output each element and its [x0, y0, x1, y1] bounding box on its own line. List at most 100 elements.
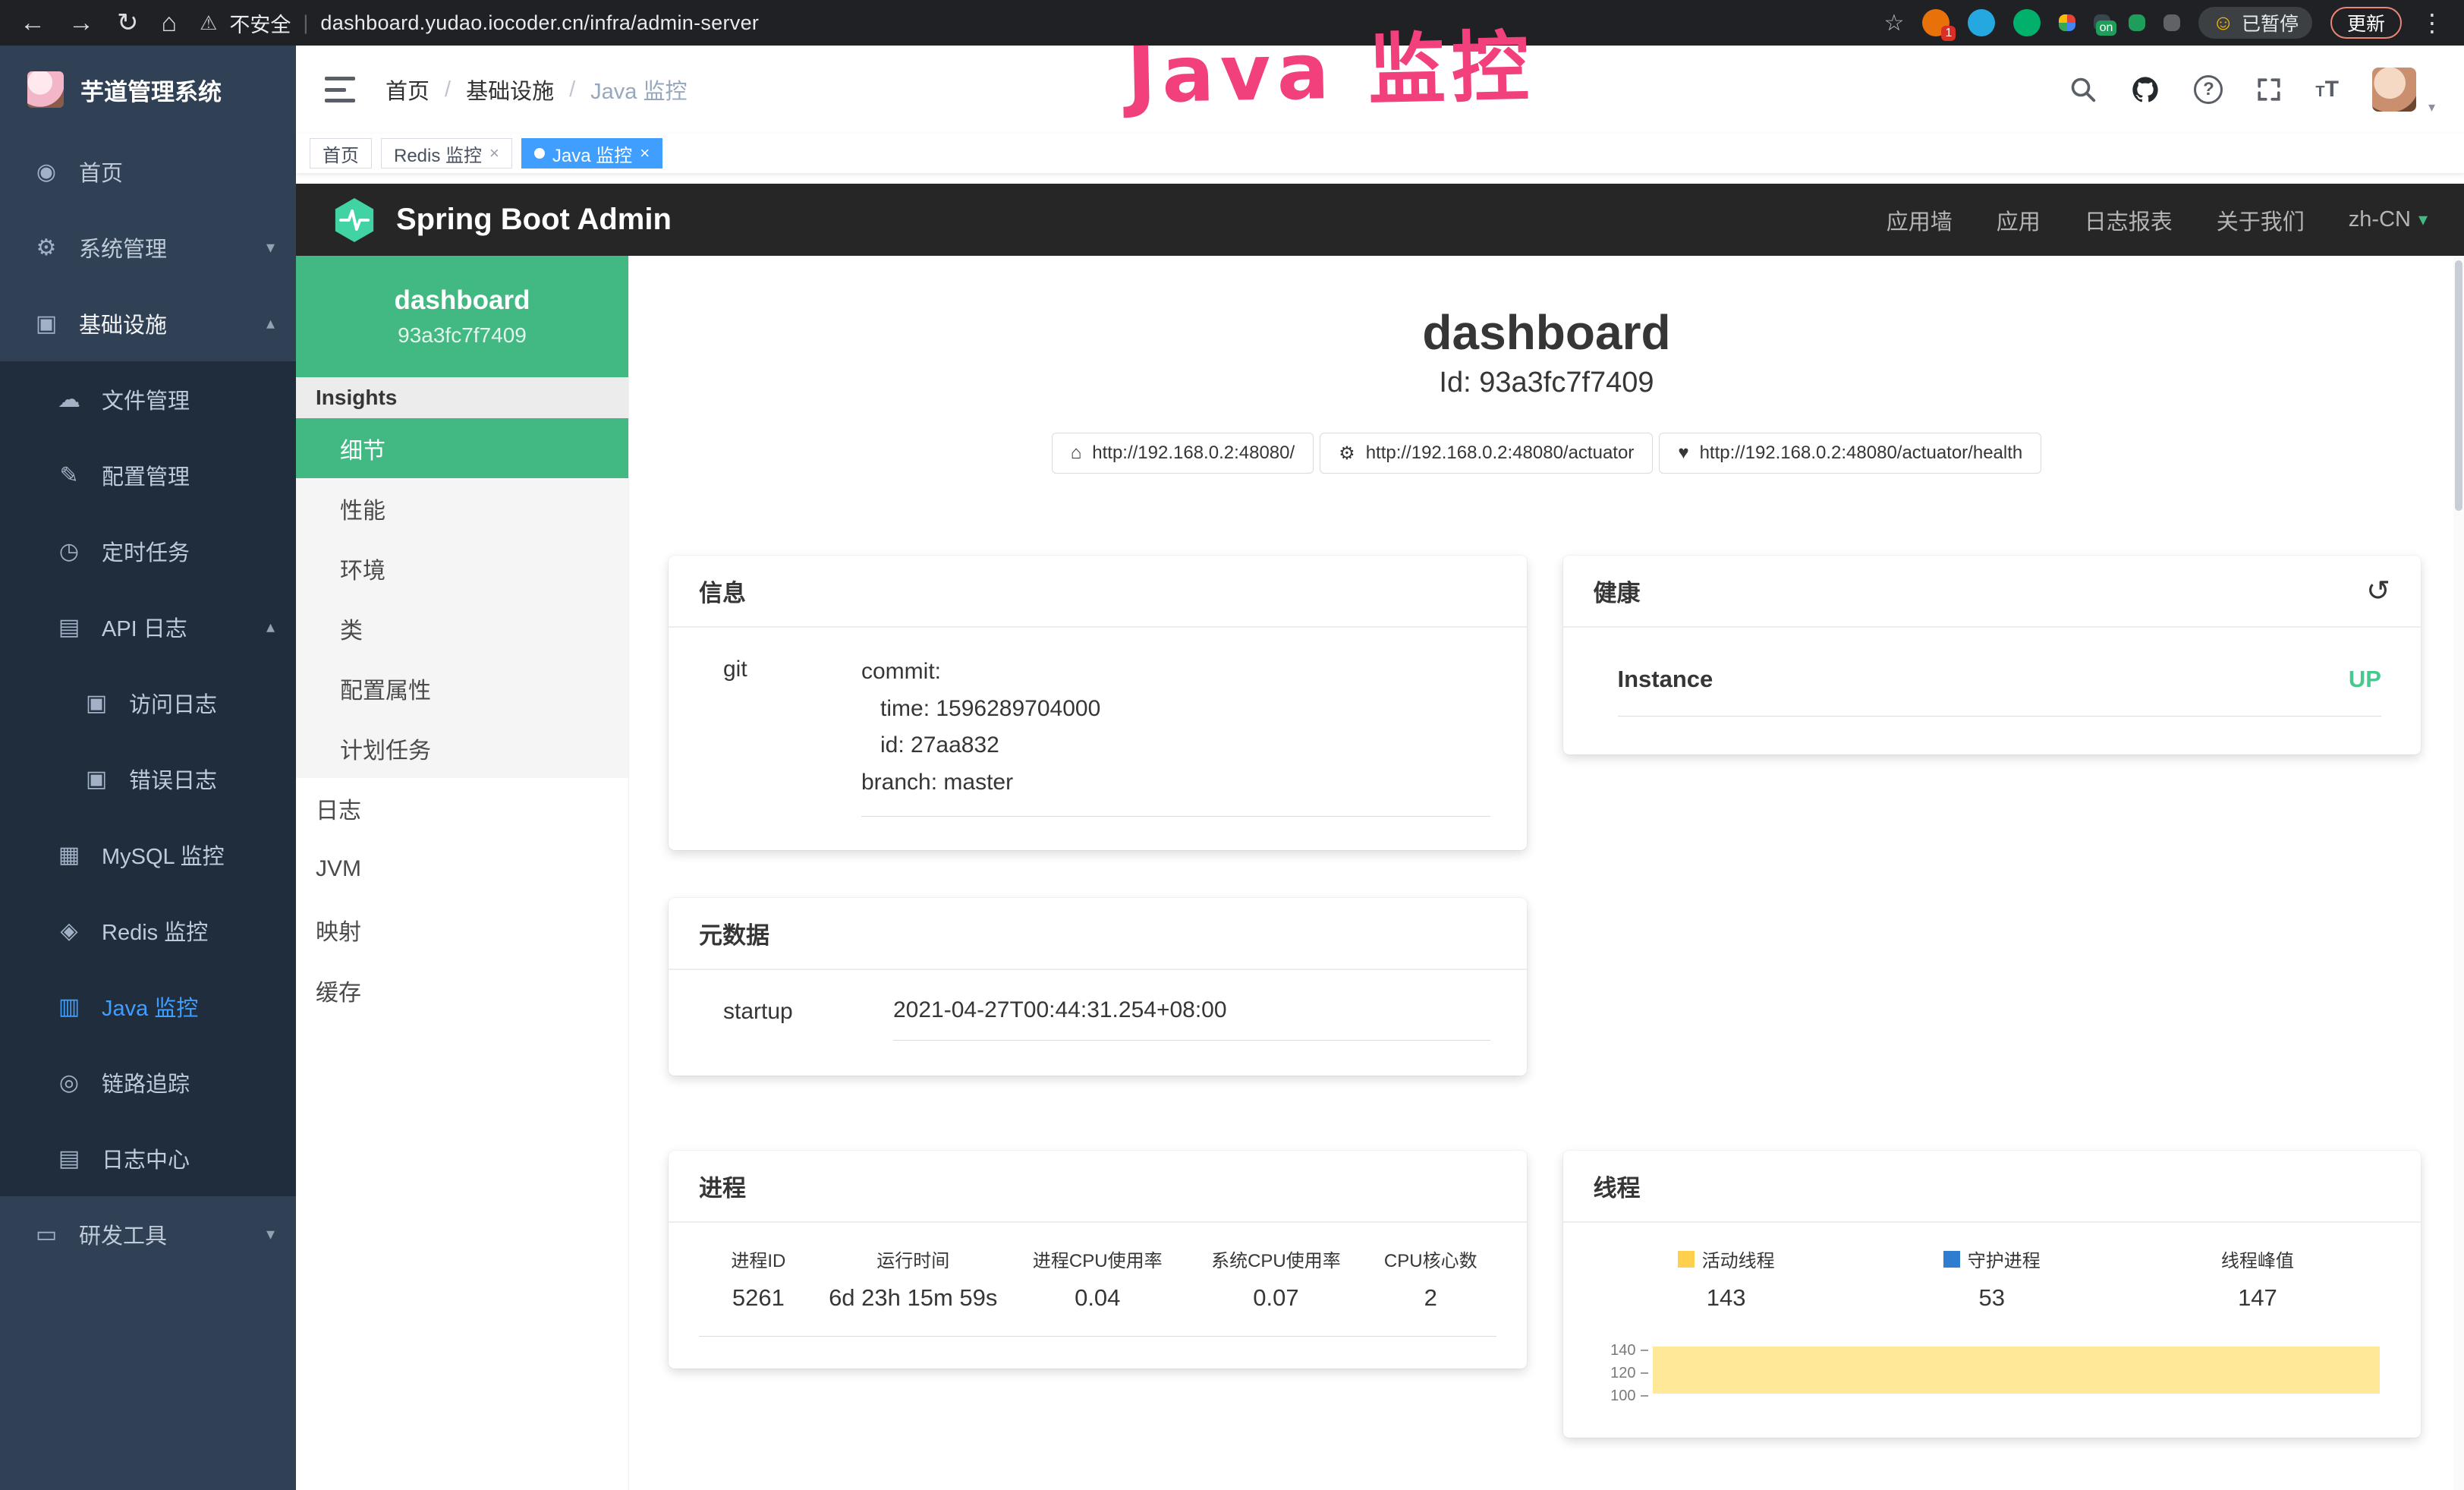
sba-menu-caches[interactable]: 缓存 [296, 960, 628, 1021]
breadcrumb-item[interactable]: 首页 [385, 74, 430, 106]
sidebar-item-tracing[interactable]: ◎ 链路追踪 [0, 1044, 296, 1120]
address-bar[interactable]: ⚠ 不安全 | dashboard.yudao.iocoder.cn/infra… [200, 8, 759, 38]
breadcrumb-item[interactable]: 基础设施 [466, 74, 554, 106]
paused-chip[interactable]: ☺ 已暂停 [2198, 7, 2312, 39]
sba-menu-details[interactable]: 细节 [296, 418, 628, 478]
tag-label: 首页 [323, 140, 359, 167]
sidebar-item-dev-tools[interactable]: ▭ 研发工具 ▾ [0, 1196, 296, 1272]
database-icon: ▦ [55, 842, 83, 868]
legend-daemon-threads: 守护进程 53 [1859, 1246, 2125, 1312]
forward-icon[interactable]: → [68, 10, 94, 36]
sidebar-item-config-management[interactable]: ✎ 配置管理 [0, 437, 296, 513]
sidebar-item-system[interactable]: ⚙ 系统管理 ▾ [0, 209, 296, 285]
app-logo: 芋道管理系统 [0, 46, 296, 134]
sidebar-item-access-logs[interactable]: ▣ 访问日志 [0, 665, 296, 741]
chrome-menu-icon[interactable]: ⋮ [2420, 8, 2444, 37]
tag-java-monitor[interactable]: Java 监控 × [521, 138, 662, 169]
sba-menu-logfile[interactable]: 日志 [296, 778, 628, 839]
sba-menu-metrics[interactable]: 性能 [296, 478, 628, 538]
font-size-icon[interactable]: TT [2315, 77, 2339, 102]
search-icon[interactable] [2069, 76, 2097, 103]
update-button[interactable]: 更新 [2330, 7, 2402, 39]
extension-drop-icon[interactable] [1968, 9, 1995, 36]
home-icon[interactable]: ⌂ [162, 10, 178, 36]
actuator-url-link[interactable]: ⚙ http://192.168.0.2:48080/actuator [1320, 433, 1653, 474]
history-icon[interactable]: ↺ [2366, 574, 2390, 608]
sidebar-item-label: 日志中心 [102, 1142, 190, 1174]
help-icon[interactable]: ? [2194, 75, 2223, 104]
sidebar-item-redis-monitor[interactable]: ◈ Redis 监控 [0, 893, 296, 969]
sidebar-item-label: 定时任务 [102, 535, 190, 567]
sidebar-item-label: Redis 监控 [102, 915, 208, 947]
sba-menu-mappings[interactable]: 映射 [296, 899, 628, 960]
sidebar-item-error-logs[interactable]: ▣ 错误日志 [0, 741, 296, 817]
bookmark-star-icon[interactable]: ☆ [1883, 10, 1904, 36]
sba-nav: 应用墙 应用 日志报表 关于我们 zh-CN ▾ [1887, 204, 2428, 236]
extension-badge: 1 [1941, 26, 1956, 41]
sidebar-item-mysql-monitor[interactable]: ▦ MySQL 监控 [0, 817, 296, 893]
sba-brand-title[interactable]: Spring Boot Admin [396, 203, 672, 237]
sba-menu-scheduled-tasks[interactable]: 计划任务 [296, 718, 628, 778]
sba-menu-jvm[interactable]: JVM [296, 839, 628, 899]
extension-green-icon[interactable] [2013, 9, 2041, 36]
sba-nav-journal[interactable]: 日志报表 [2085, 204, 2173, 236]
health-row: Instance UP [1618, 658, 2382, 717]
instance-header[interactable]: dashboard 93a3fc7f7409 [296, 256, 628, 377]
process-header-syscpu: 系统CPU使用率 [1187, 1246, 1365, 1272]
sidebar-item-infra[interactable]: ▣ 基础设施 ▴ [0, 285, 296, 361]
sba-nav-about[interactable]: 关于我们 [2217, 204, 2305, 236]
close-icon[interactable]: × [489, 143, 499, 163]
card-title: 进程 [699, 1169, 746, 1203]
github-icon[interactable] [2130, 74, 2160, 105]
extension-puzzle-icon[interactable] [2163, 14, 2180, 31]
scrollbar[interactable] [2453, 256, 2464, 1490]
breadcrumb-item-current: Java 监控 [590, 74, 687, 106]
gear-icon: ⚙ [32, 235, 61, 261]
infrastructure-icon: ▣ [32, 310, 61, 337]
chart-y-axis: 140 120 100 [1594, 1339, 1648, 1438]
hamburger-icon[interactable] [325, 77, 355, 102]
refresh-icon[interactable]: ↻ [117, 10, 139, 36]
sba-menu-configprops[interactable]: 配置属性 [296, 658, 628, 718]
language-select[interactable]: zh-CN ▾ [2349, 207, 2428, 232]
sidebar-item-log-center[interactable]: ▤ 日志中心 [0, 1120, 296, 1196]
tag-home[interactable]: 首页 [310, 138, 372, 169]
service-url-link[interactable]: ⌂ http://192.168.0.2:48080/ [1052, 433, 1314, 474]
fullscreen-icon[interactable] [2256, 77, 2282, 102]
metadata-card: 元数据 startup 2021-04-27T00:44:31.254+08:0… [669, 898, 1527, 1076]
sba-nav-wallboard[interactable]: 应用墙 [1887, 204, 1953, 236]
y-tick-label: 100 [1610, 1388, 1635, 1405]
live-threads-band [1653, 1347, 2381, 1394]
user-avatar[interactable] [2372, 68, 2416, 112]
tag-redis-monitor[interactable]: Redis 监控 × [381, 138, 512, 169]
spring-boot-admin-logo [332, 196, 376, 244]
extension-on-badge: on [2096, 20, 2117, 36]
cards-area: 信息 git commit: time: 1596289704000 id: 2… [629, 556, 2464, 1438]
scrollbar-thumb[interactable] [2455, 260, 2462, 511]
process-header-uptime: 运行时间 [818, 1246, 1009, 1272]
legend-value: 53 [1859, 1284, 2125, 1312]
sidebar-item-api-logs[interactable]: ▤ API 日志 ▴ [0, 589, 296, 665]
sba-menu-classes[interactable]: 类 [296, 598, 628, 658]
extension-leaf-icon[interactable] [2129, 14, 2145, 31]
metadata-key: startup [723, 997, 893, 1041]
process-value-uptime: 6d 23h 15m 59s [818, 1284, 1009, 1312]
extension-fox-icon[interactable]: 1 [1922, 9, 1949, 36]
close-icon[interactable]: × [640, 143, 650, 163]
extension-grid-icon[interactable] [2059, 14, 2075, 31]
sidebar-item-java-monitor[interactable]: ▥ Java 监控 [0, 969, 296, 1044]
extension-switch-icon[interactable]: on [2094, 14, 2110, 31]
legend-swatch-blue [1943, 1251, 1960, 1268]
health-url-link[interactable]: ♥ http://192.168.0.2:48080/actuator/heal… [1659, 433, 2041, 474]
emoji-face-icon: ☺ [2212, 11, 2234, 35]
legend-value: 147 [2125, 1284, 2390, 1312]
sidebar-item-scheduled-jobs[interactable]: ◷ 定时任务 [0, 513, 296, 589]
link-label: http://192.168.0.2:48080/ [1092, 443, 1295, 464]
sidebar-item-home[interactable]: ◉ 首页 [0, 134, 296, 209]
back-icon[interactable]: ← [20, 10, 46, 36]
sba-menu-environment[interactable]: 环境 [296, 538, 628, 598]
page-subtitle: Id: 93a3fc7f7409 [629, 367, 2464, 399]
sidebar-item-file-management[interactable]: ☁ 文件管理 [0, 361, 296, 437]
card-title: 线程 [1594, 1169, 1641, 1203]
sba-nav-applications[interactable]: 应用 [1997, 204, 2041, 236]
